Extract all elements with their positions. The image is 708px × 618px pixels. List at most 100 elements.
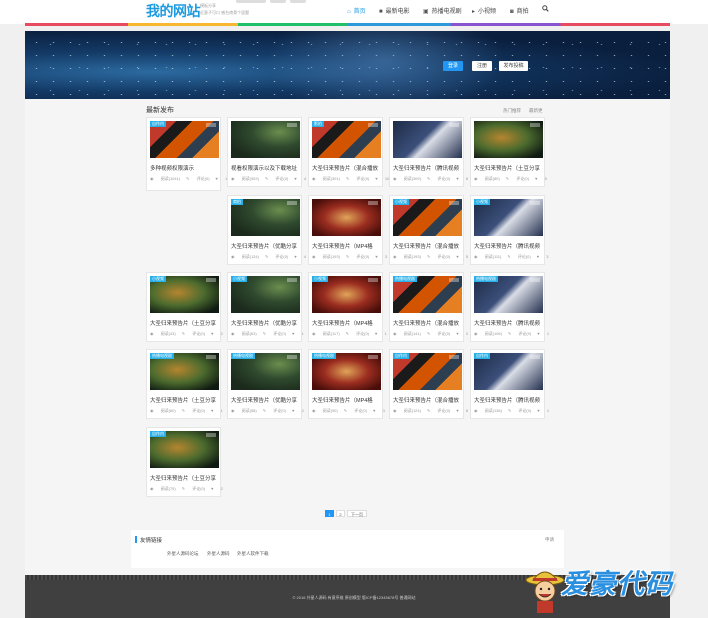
video-title[interactable]: 大圣归来预告片（混合播放 — [312, 164, 383, 172]
nav-movies[interactable]: ■ 最新电影 — [379, 6, 410, 15]
video-card[interactable]: 影拍 大圣归来预告片（混合播放 ◉ 阅读(301) ✎ 评论(0) ♥ 10 — [308, 117, 389, 187]
comment-icon: ✎ — [345, 331, 351, 336]
video-card[interactable]: 热播电视剧 大圣归来预告片（MP4格 ◉ 阅读(90) ✎ 评论(0) ♥ 3 — [308, 349, 385, 419]
category-badge[interactable]: 自作内 — [393, 353, 409, 359]
comment-icon: ✎ — [262, 408, 268, 413]
video-title[interactable]: 大圣归来预告片（MP4格 — [312, 319, 383, 327]
heart-icon: ♥ — [292, 408, 296, 413]
video-title[interactable]: 大圣归来预告片（优酷分享 — [231, 396, 302, 404]
next-page-button[interactable]: 下一页 — [347, 510, 367, 517]
category-badge[interactable]: 热播电视剧 — [393, 276, 417, 282]
video-title[interactable]: 大圣归来预告片（土豆分享 — [150, 319, 221, 327]
friend-link[interactable]: 外星人源码 — [207, 551, 230, 557]
video-card[interactable]: 小视频 大圣归来预告片（混合播放 ◉ 阅读(193) ✎ 评论(0) ♥ 5 — [389, 195, 468, 265]
video-title[interactable]: 大圣归来预告片（土豆分享 — [150, 474, 221, 482]
video-title[interactable]: 大圣归来预告片（混合播放 — [393, 242, 464, 250]
eye-icon: ◉ — [474, 254, 479, 259]
video-card[interactable]: 小视频 大圣归来预告片（腾讯视频 ◉ 阅读(111) ✎ 评论(0) ♥ 3 — [470, 195, 548, 265]
video-title[interactable]: 大圣归来预告片（腾讯视频 — [474, 396, 545, 404]
comment-count: 评论(0) — [356, 254, 370, 259]
video-card[interactable]: 自作内 大圣归来预告片（混合播放 ◉ 阅读(124) ✎ 评论(0) ♥ 6 — [389, 349, 468, 419]
video-title[interactable]: 视看权限演示以及下载地址 — [231, 164, 302, 172]
video-card[interactable]: 视看权限演示以及下载地址 ◉ 阅读(953) ✎ 评论(0) ♥ 4 — [227, 117, 306, 187]
category-badge[interactable]: 自作内 — [474, 353, 490, 359]
view-count: 阅读(953) — [241, 176, 259, 181]
category-badge[interactable]: 商拍 — [231, 199, 243, 205]
category-badge[interactable]: 小视频 — [150, 276, 166, 282]
view-count: 阅读(134) — [241, 254, 259, 259]
heart-icon: ♥ — [215, 176, 220, 181]
view-count: 阅读(43) — [160, 331, 176, 336]
video-card[interactable]: 热播电视剧 大圣归来预告片（腾讯视频 ◉ 阅读(106) ✎ 评论(0) ♥ 1 — [470, 272, 549, 342]
nav-home[interactable]: ⌂ 首页 — [347, 6, 366, 15]
video-thumbnail[interactable] — [231, 121, 300, 158]
category-badge[interactable]: 热播电视剧 — [231, 353, 255, 359]
category-badge[interactable]: 自作内 — [150, 431, 166, 437]
video-title[interactable]: 多种视频权限演示 — [150, 164, 221, 172]
video-card[interactable]: 热播电视剧 大圣归来预告片（优酷分享 ◉ 阅读(58) ✎ 评论(0) ♥ 2 — [227, 349, 304, 419]
submit-post-button[interactable]: 发布投稿 — [499, 61, 528, 71]
video-title[interactable]: 大圣归来预告片（腾讯视频 — [474, 319, 545, 327]
tab-latest[interactable]: 最新更 — [529, 108, 543, 114]
video-card[interactable]: 热播电视剧 大圣归来预告片（土豆分享 ◉ 阅读(60) ✎ 评论(0) ♥ 1 — [146, 349, 223, 419]
category-badge[interactable]: 热播电视剧 — [150, 353, 174, 359]
video-title[interactable]: 大圣归来预告片（优酷分享 — [231, 319, 302, 327]
category-badge[interactable]: 热播电视剧 — [312, 353, 336, 359]
category-badge[interactable]: 热播电视剧 — [474, 276, 498, 282]
like-count: 6 — [465, 408, 469, 413]
site-logo[interactable]: 我的网站 — [146, 1, 201, 21]
video-title[interactable]: 大圣归来预告片（腾讯视频 — [474, 242, 545, 250]
video-card[interactable]: 小视频 大圣归来预告片（优酷分享 ◉ 阅读(63) ✎ 评论(0) ♥ 1 — [227, 272, 304, 342]
heart-icon: ♥ — [537, 331, 541, 336]
video-card[interactable]: 大圣归来预告片（土豆分享 ◉ 阅读(80) ✎ 评论(0) ♥ 5 — [470, 117, 547, 187]
eye-icon: ◉ — [393, 331, 398, 336]
video-title[interactable]: 大圣归来预告片（MP4格 — [312, 242, 383, 250]
video-card[interactable]: 小视频 大圣归来预告片（MP4格 ◉ 阅读(117) ✎ 评论(0) ♥ 1 — [308, 272, 387, 342]
category-badge[interactable]: 自作内 — [150, 121, 166, 127]
apply-link[interactable]: 申请 — [545, 537, 554, 543]
comment-icon: ✎ — [507, 254, 512, 259]
nav-photos[interactable]: ◙ 商拍 — [510, 6, 529, 15]
like-count: 1 — [546, 331, 550, 336]
video-title[interactable]: 大圣归来预告片（混合播放 — [393, 319, 464, 327]
category-badge[interactable]: 小视频 — [312, 276, 328, 282]
page-2-button[interactable]: 2 — [336, 510, 345, 517]
category-badge[interactable]: 影拍 — [312, 121, 324, 127]
video-meta: ◉ 阅读(80) ✎ 评论(0) ♥ 5 — [474, 176, 547, 182]
friend-link[interactable]: 外星人源码论坛 — [167, 551, 199, 557]
video-card[interactable]: 热播电视剧 大圣归来预告片（混合播放 ◉ 阅读(141) ✎ 评论(0) ♥ 2 — [389, 272, 468, 342]
header-tab-stub — [290, 0, 306, 3]
video-thumbnail[interactable] — [393, 121, 462, 158]
category-badge[interactable]: 小视频 — [231, 276, 247, 282]
video-card[interactable]: 小视频 大圣归来预告片（土豆分享 ◉ 阅读(43) ✎ 评论(0) ♥ 2 — [146, 272, 223, 342]
category-badge[interactable]: 小视频 — [474, 199, 490, 205]
video-card[interactable]: 大圣归来预告片（MP4格 ◉ 阅读(193) ✎ 评论(0) ♥ 3 — [308, 195, 387, 265]
video-title[interactable]: 大圣归来预告片（土豆分享 — [474, 164, 545, 172]
video-card[interactable]: 大圣归来预告片（腾讯视频 ◉ 阅读(309) ✎ 评论(0) ♥ 6 — [389, 117, 468, 187]
page-1-button[interactable]: 1 — [325, 510, 334, 517]
heart-icon: ♥ — [211, 331, 215, 336]
tab-hot[interactable]: 热门推荐 — [503, 108, 521, 114]
nav-short-videos[interactable]: ▸ 小视频 — [472, 6, 496, 15]
like-count: 2 — [220, 331, 223, 336]
view-count: 阅读(58) — [241, 408, 257, 413]
nav-tv-series[interactable]: ▣ 热播电视剧 — [423, 6, 462, 15]
comment-count: 评论(0) — [437, 331, 451, 336]
video-card[interactable]: 商拍 大圣归来预告片（优酷分享 ◉ 阅读(134) ✎ 评论(0) ♥ 4 — [227, 195, 306, 265]
video-thumbnail[interactable] — [474, 121, 543, 158]
video-thumbnail[interactable] — [312, 199, 381, 236]
video-title[interactable]: 大圣归来预告片（MP4格 — [312, 396, 383, 404]
video-title[interactable]: 大圣归来预告片（混合播放 — [393, 396, 464, 404]
register-button[interactable]: 注册 — [472, 61, 492, 71]
video-card[interactable]: 自作内多种视频权限演示◉ 阅读(1041)✎ 评论(0)♥ 14 — [146, 117, 229, 191]
video-title[interactable]: 大圣归来预告片（优酷分享 — [231, 242, 302, 250]
video-card[interactable]: 自作内 大圣归来预告片（土豆分享 ◉ 阅读(75) ✎ 评论(0) ♥ 2 — [146, 427, 223, 497]
video-title[interactable]: 大圣归来预告片（腾讯视频 — [393, 164, 464, 172]
login-button[interactable]: 登录 — [443, 61, 463, 71]
comment-count: 评论(0) — [356, 331, 370, 336]
friend-link[interactable]: 外星人软件下载 — [237, 551, 269, 557]
video-card[interactable]: 自作内 大圣归来预告片（腾讯视频 ◉ 阅读(136) ✎ 评论(0) ♥ 1 — [470, 349, 549, 419]
search-icon[interactable] — [542, 5, 549, 12]
video-title[interactable]: 大圣归来预告片（土豆分享 — [150, 396, 221, 404]
category-badge[interactable]: 小视频 — [393, 199, 409, 205]
